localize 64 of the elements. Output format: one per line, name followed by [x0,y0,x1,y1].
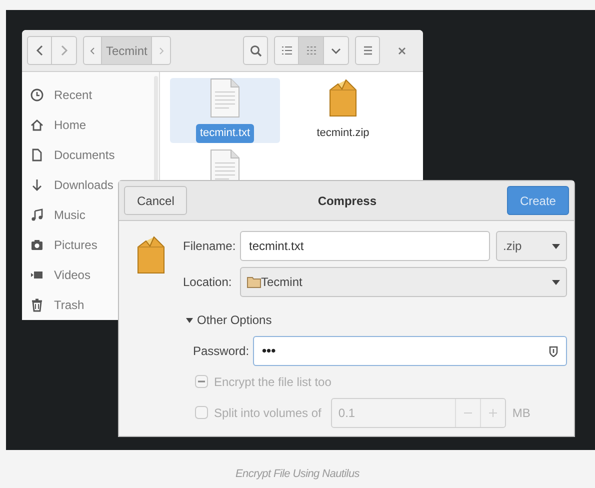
checkbox-label: Split into volumes of [214,404,322,422]
sidebar-icon [30,208,44,222]
close-icon [398,46,406,54]
other-options-expander[interactable]: Other Options [186,311,272,329]
location-dropdown[interactable]: Tecmint [240,267,567,297]
plus-icon[interactable] [489,408,498,416]
file-name: tecmint.txt [196,124,254,142]
forward-icon [60,45,68,56]
folder-icon [247,276,261,288]
checkbox-label: Encrypt the file list too [214,374,332,390]
search-icon [250,44,262,56]
sidebar-item[interactable]: Videos [54,266,90,284]
grid-view-button[interactable] [299,36,324,65]
chevron-left-icon [90,46,95,54]
forward-button[interactable] [52,36,77,65]
list-view-button[interactable] [274,36,299,65]
extension-dropdown[interactable]: .zip [496,231,567,261]
dialog-title: Compress [318,192,376,210]
create-button[interactable]: Create [506,186,569,215]
sidebar-item[interactable]: Trash [54,296,84,314]
volume-size-value: 0.1 [337,404,356,422]
view-options-button[interactable] [324,36,349,65]
back-icon [36,45,43,56]
sidebar-item[interactable]: Downloads [54,176,114,194]
minus-icon[interactable] [464,412,472,414]
archive-icon [136,235,166,275]
file-item[interactable]: tecmint.txt [170,78,280,142]
file-name: tecmint.zip [316,126,370,141]
sidebar-icon [30,178,44,192]
chevron-down-icon [331,48,341,54]
cancel-button[interactable]: Cancel [124,186,188,215]
password-field[interactable]: ••• [253,336,567,366]
sidebar-icon [30,88,44,102]
sidebar-icon [30,298,44,312]
dropdown-arrow-icon [552,280,560,284]
path-button[interactable]: Tecmint [102,36,152,65]
filename-label: Filename: [183,238,237,255]
sidebar-item[interactable]: Recent [54,86,92,104]
list-view-icon [282,46,292,55]
filename-field[interactable]: tecmint.txt [240,231,490,261]
unit-label: MB [512,404,530,422]
expander-arrow-icon [186,316,193,324]
search-button[interactable] [243,36,268,65]
sidebar-icon [30,238,44,252]
back-button[interactable] [27,36,52,65]
grid-view-icon [306,46,316,55]
chevron-right-icon [158,46,164,54]
path-back-button[interactable] [83,36,102,65]
text-file-icon [210,78,240,118]
dropdown-arrow-icon [552,244,560,248]
sidebar-item[interactable]: Music [54,206,86,224]
location-label: Location: [183,274,233,291]
path-forward-button[interactable] [152,36,172,65]
archive-icon [328,78,358,118]
password-label: Password: [193,343,250,360]
sidebar-item[interactable]: Documents [54,146,115,164]
sidebar-item[interactable]: Pictures [54,236,98,254]
sidebar-icon [30,118,44,132]
caption: Encrypt File Using Nautilus [234,467,360,482]
shield-icon [549,346,558,356]
menu-icon [362,46,372,55]
menu-button[interactable] [355,36,380,65]
sidebar-item[interactable]: Home [54,116,86,134]
sidebar-icon [30,148,44,162]
